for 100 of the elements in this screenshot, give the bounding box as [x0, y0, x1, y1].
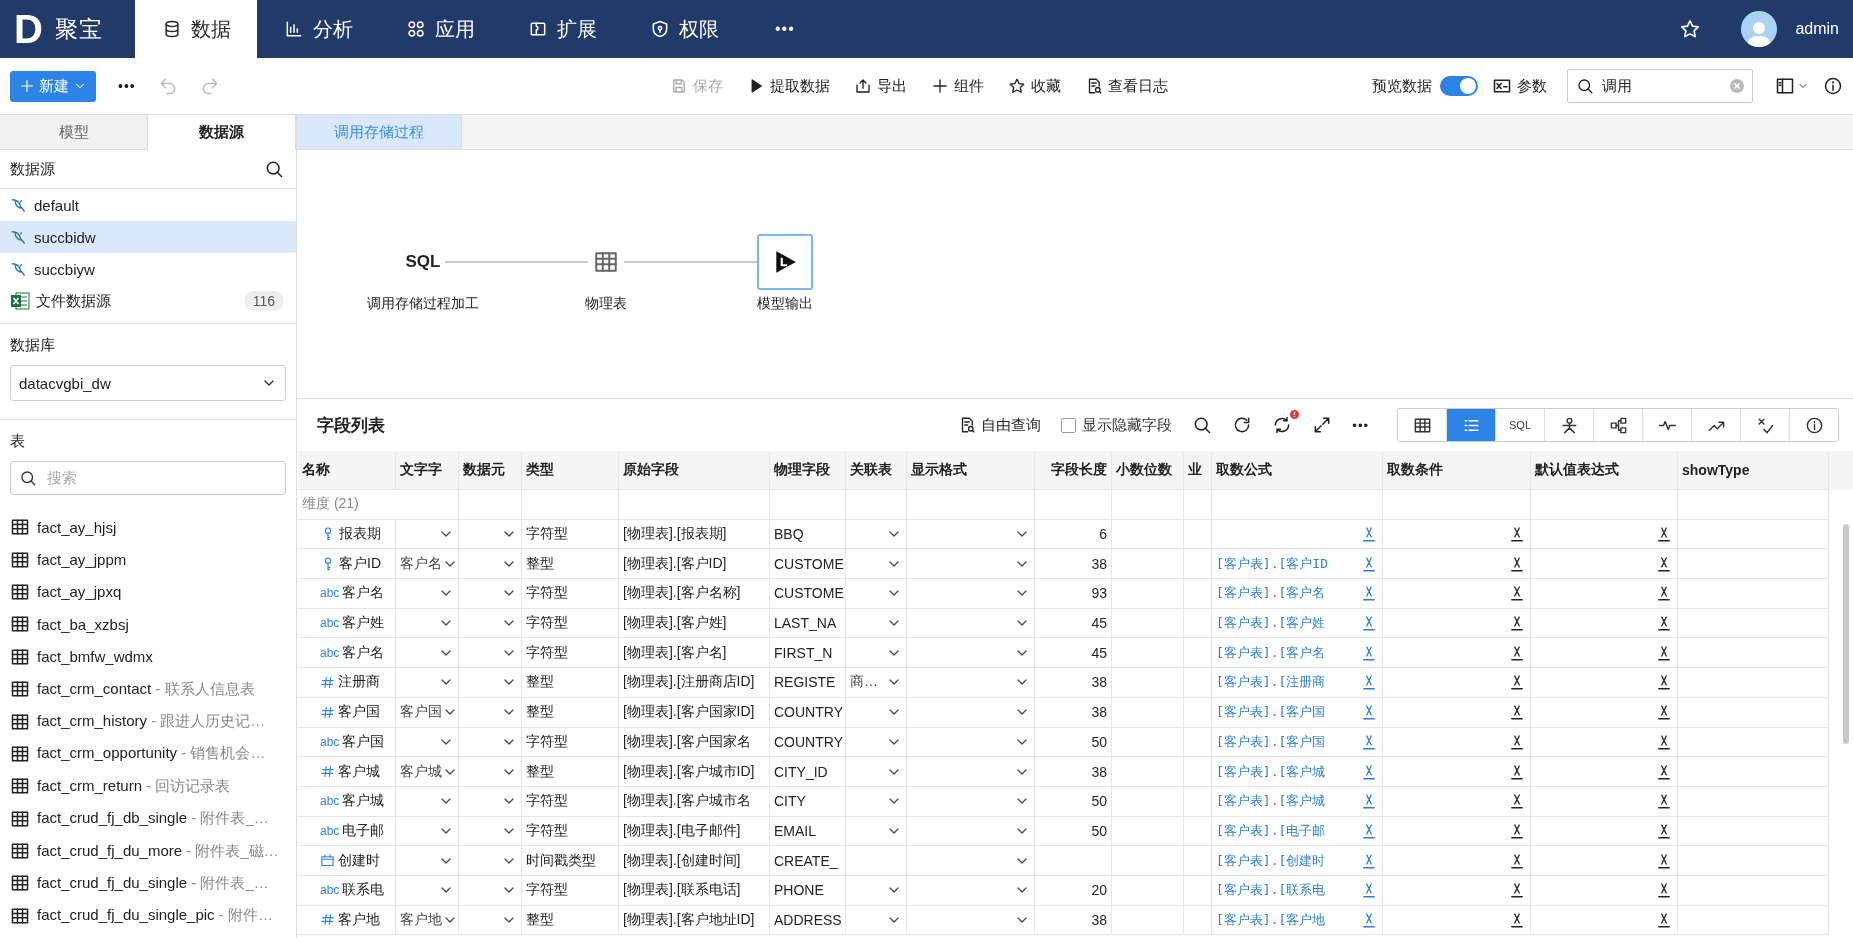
select-field[interactable] [846, 757, 907, 787]
select-field[interactable] [396, 846, 459, 876]
flow-node[interactable]: SQL [395, 234, 451, 290]
select-field[interactable] [846, 727, 907, 758]
select-field[interactable] [907, 579, 1035, 609]
select-field[interactable] [907, 519, 1035, 550]
view-toggle[interactable] [1398, 409, 1447, 441]
column-header[interactable]: 显示格式 [907, 451, 1035, 490]
params-button[interactable]: 参数 [1492, 76, 1547, 96]
select-field[interactable] [396, 727, 459, 758]
select-field[interactable] [846, 697, 907, 728]
select-field[interactable]: 客户国 [396, 697, 459, 728]
column-header[interactable]: 默认值表达式 [1531, 451, 1678, 490]
table-list-item[interactable]: fact_crud_fj_du_single - 附件表_… [0, 867, 296, 900]
select-field[interactable] [459, 757, 522, 787]
toolbar-button[interactable]: 查看日志 [1085, 76, 1168, 96]
scrollbar[interactable] [1843, 524, 1849, 744]
select-field[interactable] [846, 579, 907, 609]
more-menu[interactable]: ••• [745, 0, 825, 58]
select-field[interactable] [907, 668, 1035, 698]
select-field[interactable] [846, 786, 907, 817]
select-field[interactable] [396, 608, 459, 639]
select-field[interactable] [907, 875, 1035, 906]
select-field[interactable] [459, 638, 522, 669]
datasource-item[interactable]: 文件数据源 116 [0, 285, 296, 317]
select-field[interactable] [846, 816, 907, 847]
search-field[interactable]: 调用 [1567, 69, 1753, 103]
column-header[interactable]: 数据元 [459, 451, 522, 490]
column-header[interactable]: 文字字 [396, 451, 459, 490]
table-list-item[interactable]: fact_ay_hjsj [0, 511, 296, 544]
select-field[interactable] [459, 875, 522, 906]
select-field[interactable] [396, 579, 459, 609]
table-list-item[interactable]: fact_ay_jppm [0, 543, 296, 576]
toolbar-button[interactable]: 导出 [854, 76, 907, 96]
select-field[interactable]: 商… [846, 668, 907, 698]
datasource-item[interactable]: succbidw [0, 221, 296, 253]
select-field[interactable] [459, 727, 522, 758]
nav-tab[interactable]: 扩展 [501, 0, 623, 58]
select-field[interactable] [846, 875, 907, 906]
column-header[interactable]: 业 [1184, 451, 1212, 490]
select-field[interactable] [459, 608, 522, 639]
select-field[interactable] [846, 549, 907, 580]
toolbar-button[interactable]: 组件 [931, 76, 984, 96]
select-field[interactable] [459, 579, 522, 609]
preview-toggle[interactable] [1440, 76, 1478, 96]
select-field[interactable]: 客户城 [396, 757, 459, 787]
column-header[interactable]: 关联表 [846, 451, 907, 490]
flow-node[interactable] [757, 234, 813, 290]
select-field[interactable] [396, 816, 459, 847]
select-field[interactable] [846, 905, 907, 936]
select-field[interactable] [907, 757, 1035, 787]
select-field[interactable] [459, 786, 522, 817]
column-header[interactable]: showType [1678, 451, 1829, 490]
table-list-item[interactable]: fact_crm_history - 跟进人历史记… [0, 705, 296, 738]
select-field[interactable] [396, 875, 459, 906]
select-field[interactable] [396, 668, 459, 698]
datasource-item[interactable]: succbiyw [0, 253, 296, 285]
avatar[interactable] [1741, 11, 1778, 47]
column-header[interactable]: 原始字段 [619, 451, 770, 490]
select-field[interactable] [907, 816, 1035, 847]
select-field[interactable] [459, 905, 522, 936]
select-field[interactable] [396, 638, 459, 669]
toolbar-button[interactable]: 提取数据 [747, 76, 830, 96]
select-field[interactable] [396, 519, 459, 550]
select-field[interactable] [907, 786, 1035, 817]
table-list-item[interactable]: fact_crud_fj_db_single - 附件表_… [0, 802, 296, 835]
table-list-item[interactable]: fact_crud_fj_du_more - 附件表_磁… [0, 834, 296, 868]
select-field[interactable] [907, 697, 1035, 728]
select-field[interactable] [846, 519, 907, 550]
column-header[interactable]: 小数位数 [1112, 451, 1184, 490]
database-select[interactable]: datacvgbi_dw [10, 365, 286, 401]
select-field[interactable] [846, 608, 907, 639]
checkbox[interactable] [1061, 417, 1077, 433]
select-field[interactable] [459, 846, 522, 876]
select-field[interactable] [459, 519, 522, 550]
more-button[interactable]: ••• [118, 78, 136, 94]
column-header[interactable]: 名称 [298, 451, 396, 490]
select-field[interactable] [907, 727, 1035, 758]
select-field[interactable] [907, 846, 1035, 876]
select-field[interactable] [907, 905, 1035, 936]
sidebar-tab[interactable]: 模型 [0, 115, 148, 150]
select-field[interactable] [396, 786, 459, 817]
column-header[interactable]: 字段长度 [1035, 451, 1112, 490]
nav-tab[interactable]: 分析 [257, 0, 379, 58]
select-field[interactable] [459, 668, 522, 698]
nav-tab[interactable]: 应用 [379, 0, 501, 58]
select-field[interactable] [846, 638, 907, 669]
view-toggle[interactable] [1447, 409, 1496, 441]
select-field[interactable] [459, 549, 522, 580]
table-list-item[interactable]: fact_ba_xzbsj [0, 608, 296, 641]
table-list-item[interactable]: fact_crm_opportunity - 销售机会… [0, 737, 296, 771]
select-field[interactable] [459, 816, 522, 847]
column-header[interactable]: 取数条件 [1383, 451, 1531, 490]
toolbar-button[interactable]: 收藏 [1008, 76, 1061, 96]
column-header[interactable]: 类型 [522, 451, 619, 490]
user-name[interactable]: admin [1795, 20, 1839, 38]
datasource-item[interactable]: default [0, 189, 296, 221]
table-list-item[interactable]: fact_crm_return - 回访记录表 [0, 770, 296, 803]
table-list-item[interactable]: fact_ay_jpxq [0, 575, 296, 609]
select-field[interactable]: 客户名 [396, 549, 459, 580]
